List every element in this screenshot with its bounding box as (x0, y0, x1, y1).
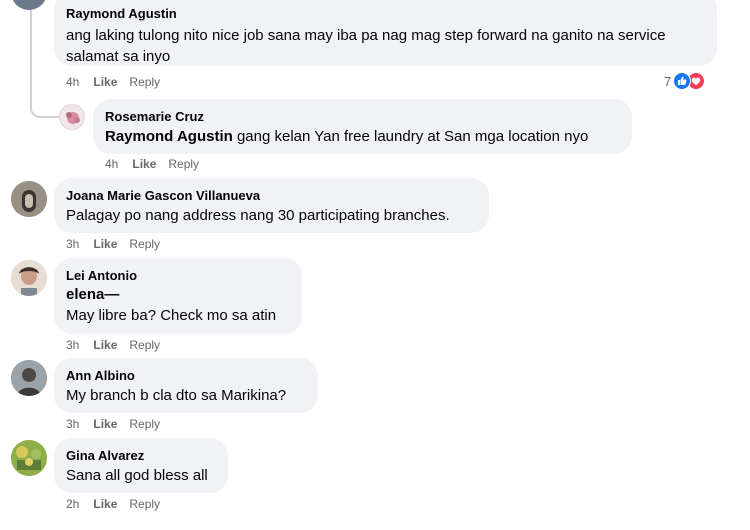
avatar-image (11, 260, 47, 296)
comment-author[interactable]: Joana Marie Gascon Villanueva (66, 187, 477, 204)
comment-actions: 3h Like Reply (66, 337, 160, 353)
thread-connector (30, 76, 60, 118)
comment-bubble: Rosemarie Cruz Raymond Agustin gang kela… (93, 99, 632, 154)
like-button[interactable]: Like (93, 496, 117, 512)
comment-text-body: gang kelan Yan free laundry at San mga l… (232, 128, 589, 145)
comment-author[interactable]: Lei Antonio (66, 267, 290, 284)
comment-time[interactable]: 2h (66, 496, 79, 512)
comment-time[interactable]: 4h (66, 74, 79, 90)
comment-author[interactable]: Rosemarie Cruz (105, 108, 620, 125)
comment-text: Palagay po nang address nang 30 particip… (66, 207, 450, 224)
like-reaction-icon (673, 72, 692, 90)
comment-actions: 3h Like Reply (66, 236, 160, 252)
like-button[interactable]: Like (93, 236, 117, 252)
comment-text: ang laking tulong nito nice job sana may… (66, 27, 666, 65)
reply-button[interactable]: Reply (168, 156, 199, 172)
comment-bubble: Gina Alvarez Sana all god bless all (54, 438, 228, 493)
comment-time[interactable]: 3h (66, 236, 79, 252)
avatar[interactable] (59, 104, 85, 130)
like-button[interactable]: Like (132, 156, 156, 172)
avatar-image (11, 360, 47, 396)
comment-time[interactable]: 3h (66, 416, 79, 432)
like-button[interactable]: Like (93, 337, 117, 353)
comment-bubble: Ann Albino My branch b cla dto sa Mariki… (54, 358, 318, 413)
comment-bubble: Lei Antonio elena— May libre ba? Check m… (54, 258, 302, 334)
avatar[interactable] (11, 260, 47, 296)
comment-bubble: Joana Marie Gascon Villanueva Palagay po… (54, 178, 489, 233)
comment-actions: 4h Like Reply (105, 156, 199, 172)
avatar[interactable] (11, 181, 47, 217)
comment-actions: 4h Like Reply (66, 74, 160, 90)
avatar-image (11, 181, 47, 217)
comment-actions: 3h Like Reply (66, 416, 160, 432)
comment-bubble: Raymond Agustin ang laking tulong nito n… (54, 0, 717, 66)
avatar-image (66, 112, 80, 124)
avatar[interactable] (11, 440, 47, 476)
mention-link[interactable]: Raymond Agustin (105, 128, 233, 145)
comment-author[interactable]: Ann Albino (66, 367, 306, 384)
comment-author[interactable]: Raymond Agustin (66, 5, 705, 22)
thread-line (30, 0, 32, 76)
like-button[interactable]: Like (93, 416, 117, 432)
reply-button[interactable]: Reply (129, 74, 160, 90)
comment-text: Raymond Agustin gang kelan Yan free laun… (105, 126, 620, 147)
reply-button[interactable]: Reply (129, 337, 160, 353)
avatar[interactable] (11, 0, 47, 10)
reaction-count: 7 (664, 73, 672, 89)
comment-time[interactable]: 4h (105, 156, 118, 172)
mention-link[interactable]: elena— (66, 284, 290, 305)
reply-button[interactable]: Reply (129, 236, 160, 252)
comment-time[interactable]: 3h (66, 337, 79, 353)
reaction-summary[interactable]: 7 (664, 71, 706, 91)
comment-actions: 2h Like Reply (66, 496, 160, 512)
reply-button[interactable]: Reply (129, 416, 160, 432)
like-button[interactable]: Like (93, 74, 117, 90)
comment-text: My branch b cla dto sa Marikina? (66, 387, 287, 404)
avatar[interactable] (11, 360, 47, 396)
avatar-image (11, 440, 47, 476)
comment-text: May libre ba? Check mo sa atin (66, 307, 277, 324)
reply-button[interactable]: Reply (129, 496, 160, 512)
comment-author[interactable]: Gina Alvarez (66, 447, 216, 464)
comment-text: Sana all god bless all (66, 467, 208, 484)
